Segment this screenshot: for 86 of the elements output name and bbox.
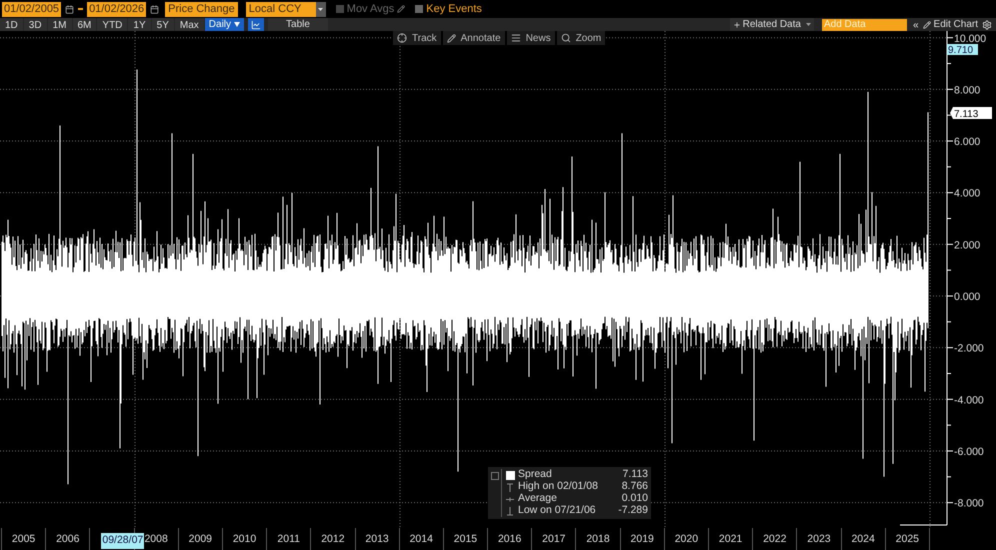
chart-tool-button[interactable]: News: [506, 31, 555, 45]
legend-label: Low on 07/21/06: [518, 504, 597, 518]
dropdown-caret-icon: [806, 23, 811, 26]
low-marker-icon: [506, 506, 514, 516]
legend-label: Spread: [518, 467, 553, 481]
y-axis-label: -4.000: [954, 394, 984, 406]
y-axis-label: 4.000: [954, 188, 980, 200]
y-axis-label: 6.000: [954, 136, 980, 148]
series-swatch-icon: [506, 470, 514, 480]
period-tab[interactable]: YTD: [97, 18, 128, 31]
related-data-button[interactable]: Related Data: [730, 18, 814, 31]
high-marker-icon: [506, 482, 514, 492]
legend-label: High on 02/01/08: [518, 480, 599, 494]
y-axis-label: 0.000: [954, 291, 980, 303]
year-label: 2016: [498, 532, 522, 548]
year-label: 2012: [321, 532, 345, 548]
plus-icon: [732, 20, 741, 28]
pencil-icon: [922, 20, 931, 28]
start-date-field[interactable]: 01/02/2005: [2, 2, 62, 16]
crosshair-icon: [397, 33, 407, 43]
period-tab[interactable]: 6M: [72, 18, 96, 31]
chart-tool-button[interactable]: Annotate: [442, 31, 505, 45]
year-label: 2008: [144, 532, 168, 548]
legend-value: 8.766: [620, 479, 648, 494]
year-label: 2019: [630, 532, 654, 548]
year-label: 2024: [851, 532, 875, 548]
period-tab[interactable]: 3D: [24, 18, 47, 31]
checkbox[interactable]: [415, 5, 424, 13]
year-label: 2015: [454, 532, 478, 548]
edit-chart-button[interactable]: Edit Chart: [922, 18, 978, 31]
dropdown-caret-icon: [316, 2, 326, 16]
pencil-icon: [446, 34, 456, 42]
frequency-dropdown[interactable]: Daily: [204, 18, 244, 31]
lines-icon: [510, 33, 521, 43]
year-label: 2021: [718, 532, 742, 548]
settings-icon[interactable]: [982, 20, 992, 30]
legend-value: 0.010: [620, 491, 648, 506]
field-selector[interactable]: Price Change: [165, 2, 238, 16]
legend-label: Average: [518, 492, 558, 505]
legend-value: 7.113: [622, 467, 648, 482]
year-label: 2014: [410, 532, 433, 548]
date-cursor-tag: 09/28/07: [101, 533, 144, 549]
chart-tool-button[interactable]: Zoom: [556, 31, 606, 45]
legend-value: -7.289: [617, 503, 648, 518]
year-label: 2009: [188, 532, 212, 548]
high-value-tag: 9.710: [947, 44, 978, 56]
year-label: 2023: [807, 532, 831, 548]
add-data-field[interactable]: Add Data: [822, 18, 907, 30]
year-label: 2010: [232, 532, 256, 548]
date-separator: [78, 8, 84, 10]
year-label: 2018: [586, 532, 610, 548]
y-axis-label: -2.000: [954, 342, 984, 355]
year-label: 2017: [542, 532, 566, 548]
table-view-button[interactable]: Table: [268, 18, 328, 31]
collapse-button[interactable]: «: [912, 18, 919, 31]
y-axis-label: 10.000: [954, 33, 986, 45]
end-date-field[interactable]: 01/02/2026: [87, 2, 146, 16]
pencil-icon: [397, 5, 406, 13]
period-tab[interactable]: 1Y: [128, 18, 151, 31]
y-axis-label: -6.000: [954, 446, 984, 458]
search-icon: [560, 33, 571, 43]
period-tab[interactable]: 1M: [48, 18, 72, 31]
y-axis-label: 2.000: [954, 239, 980, 252]
chart-tool-button[interactable]: Track: [393, 31, 441, 45]
period-tab[interactable]: 5Y: [152, 18, 174, 31]
chart-view-button[interactable]: [248, 18, 264, 31]
average-marker-icon: [506, 494, 514, 504]
year-label: 2011: [277, 532, 300, 548]
calendar-icon[interactable]: [150, 4, 160, 14]
collapse-icon[interactable]: [491, 472, 499, 480]
year-label: 2025: [896, 532, 920, 548]
calendar-icon[interactable]: [65, 4, 74, 14]
year-label: 2006: [56, 532, 80, 548]
period-tab[interactable]: 1D: [0, 18, 23, 31]
year-label: 2022: [763, 532, 786, 548]
currency-dropdown[interactable]: Local CCY: [246, 2, 326, 16]
year-label: 2013: [365, 532, 389, 548]
year-label: 2020: [674, 532, 698, 548]
y-axis-label: -8.000: [954, 498, 984, 510]
y-axis-label: 8.000: [954, 84, 980, 96]
year-label: 2005: [12, 532, 36, 548]
last-value-tag: 7.113: [950, 107, 992, 120]
checkbox-label: Mov Avgs: [346, 2, 394, 17]
checkbox-label: Key Events: [426, 2, 482, 17]
dropdown-caret-icon: [234, 22, 240, 27]
period-tab[interactable]: Max: [174, 18, 204, 31]
